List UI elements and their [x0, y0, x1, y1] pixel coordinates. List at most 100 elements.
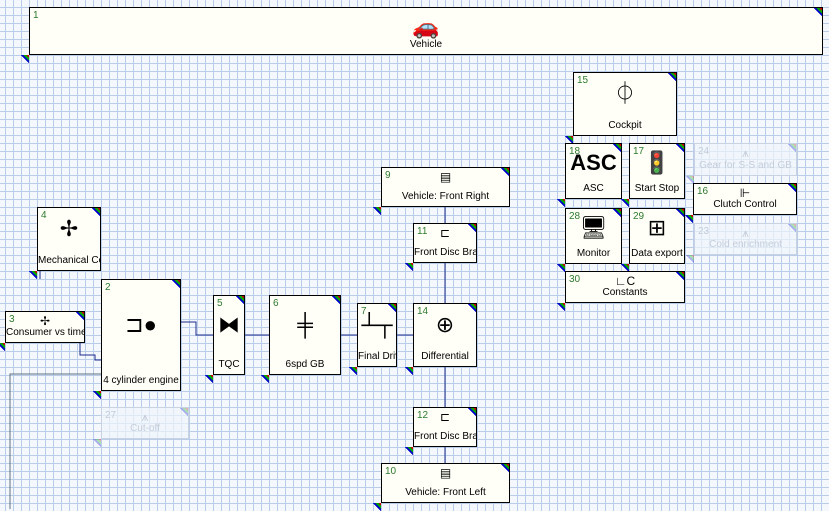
monitor-icon: 🖥: [579, 215, 608, 240]
block-differential[interactable]: 14 ⊕ Differential: [405, 303, 477, 375]
block-number: 5: [217, 298, 223, 309]
block-label: Clutch Control: [713, 199, 777, 210]
data-export-icon: ⊞: [647, 215, 667, 240]
block-number: 14: [417, 306, 429, 317]
port-corner-icon: [814, 8, 822, 16]
asc-icon: ASC: [570, 150, 617, 175]
block-label: Front Disc Brake: [414, 431, 476, 442]
block-start-stop[interactable]: 17 🚦 Start Stop: [621, 143, 685, 207]
traffic-light-icon: 🚦: [643, 150, 671, 175]
port-corner-icon: [373, 207, 381, 215]
car-icon: 🚗: [412, 14, 440, 39]
fan-icon: ✢: [59, 216, 79, 241]
port-corner-icon: [557, 199, 565, 207]
block-label: Cockpit: [608, 120, 642, 131]
block-number: 2: [105, 282, 111, 293]
block-vehicle[interactable]: 1 🚗 Vehicle: [21, 7, 823, 63]
block-label: Vehicle: Front Right: [401, 191, 490, 202]
block-final-driv[interactable]: 7 ┴┬ Final Driv: [349, 303, 397, 375]
port-corner-icon: [405, 447, 413, 455]
block-vehicle-front-left[interactable]: 10 ▤ Vehicle: Front Left: [373, 463, 510, 511]
port-corner-icon: [685, 215, 693, 223]
block-label: Monitor: [576, 248, 611, 259]
port-corner-icon: [613, 144, 621, 152]
block-asc[interactable]: 18 ASC ASC: [557, 143, 622, 207]
block-number: 1: [33, 10, 39, 21]
block-number: 12: [417, 410, 429, 421]
port-corner-icon: [349, 367, 357, 375]
block-6spd-gb[interactable]: 6 ╪ 6spd GB: [261, 295, 341, 383]
port-corner-icon: [668, 73, 676, 81]
port-corner-icon: [405, 263, 413, 271]
block-label: 4 cylinder engine: [103, 375, 179, 386]
port-corner-icon: [501, 168, 509, 176]
block-label: Constants: [602, 287, 648, 298]
block-cut-off[interactable]: 27 ⩚ Cut-off: [93, 407, 189, 447]
port-corner-icon: [468, 304, 476, 312]
block-label: Consumer vs time: [6, 327, 84, 338]
block-label: Gear for S-S and GB: [699, 160, 792, 171]
port-corner-icon: [205, 375, 213, 383]
block-number: 6: [273, 298, 279, 309]
wheel-icon: ▤: [439, 466, 452, 480]
port-corner-icon: [676, 272, 684, 280]
block-clutch-control[interactable]: 16 ⊩ Clutch Control: [685, 183, 797, 223]
disc-brake-icon: ⊏: [439, 226, 451, 240]
port-corner-icon: [788, 184, 796, 192]
block-number: 3: [9, 314, 15, 325]
block-cockpit[interactable]: 15 ⏀ Cockpit: [565, 72, 677, 144]
block-label: Data export: [631, 248, 683, 259]
block-front-disc-brake[interactable]: 12 ⊏ Front Disc Brake: [405, 407, 477, 455]
block-label: Cut-off: [130, 423, 160, 434]
block-label: Vehicle: [409, 39, 443, 50]
block-label: Start Stop: [634, 183, 680, 194]
block-cold-enrichment[interactable]: 23 ⩚ Cold enrichment: [686, 223, 797, 263]
block-number: 9: [385, 170, 391, 181]
block-label: Cold enrichment: [709, 239, 782, 250]
differential-icon: ⊕: [435, 312, 455, 337]
port-corner-icon: [21, 55, 29, 63]
function-icon: ⩚: [141, 410, 149, 424]
block-4-cylinder-engine[interactable]: 2 ⊐● 4 cylinder engine: [93, 279, 181, 399]
function-icon: ⩚: [742, 146, 749, 160]
block-label: Front Disc Brake: [414, 247, 476, 258]
port-corner-icon: [93, 391, 101, 399]
block-label: Final Driv: [358, 351, 396, 362]
port-corner-icon: [468, 224, 476, 232]
block-number: 29: [633, 211, 645, 222]
block-label: Vehicle: Front Left: [405, 487, 486, 498]
port-corner-icon: [557, 303, 565, 311]
block-number: 16: [697, 186, 709, 197]
block-tqc[interactable]: 5 ⧓ TQC: [205, 295, 245, 383]
block-label: ASC: [583, 183, 604, 194]
port-corner-icon: [686, 255, 694, 263]
block-constants[interactable]: 30 ∟C Constants: [557, 271, 685, 311]
block-label: TQC: [218, 359, 240, 370]
function-icon: ⩚: [742, 226, 749, 240]
port-corner-icon: [332, 296, 340, 304]
block-gear-for-s-s-and-gb[interactable]: 24 ⩚ Gear for S-S and GB: [686, 143, 797, 184]
port-corner-icon: [788, 144, 796, 152]
port-corner-icon: [93, 439, 101, 447]
block-number: 4: [41, 210, 47, 221]
port-corner-icon: [621, 199, 629, 207]
torque-converter-icon: ⧓: [218, 312, 240, 337]
block-vehicle-front-right[interactable]: 9 ▤ Vehicle: Front Right: [373, 167, 510, 215]
port-corner-icon: [557, 264, 565, 272]
port-corner-icon: [76, 312, 84, 320]
block-mechanical-con[interactable]: 4 ✢ Mechanical Con: [29, 207, 101, 279]
block-front-disc-brake[interactable]: 11 ⊏ Front Disc Brake: [405, 223, 477, 271]
block-label: Mechanical Con: [38, 255, 100, 266]
block-consumer-vs-time[interactable]: 3 ✢ Consumer vs time: [0, 311, 85, 351]
block-label: 6spd GB: [285, 359, 325, 370]
port-corner-icon: [613, 209, 621, 217]
gearbox-icon: ╪: [297, 312, 313, 337]
block-number: 10: [385, 466, 397, 477]
clutch-icon: ⊩: [739, 186, 751, 200]
block-monitor[interactable]: 28 🖥 Monitor: [557, 208, 622, 272]
port-corner-icon: [236, 296, 244, 304]
block-data-export[interactable]: 29 ⊞ Data export: [621, 208, 685, 272]
port-corner-icon: [501, 464, 509, 472]
port-corner-icon: [92, 208, 100, 216]
wheel-icon: ▤: [439, 170, 452, 184]
